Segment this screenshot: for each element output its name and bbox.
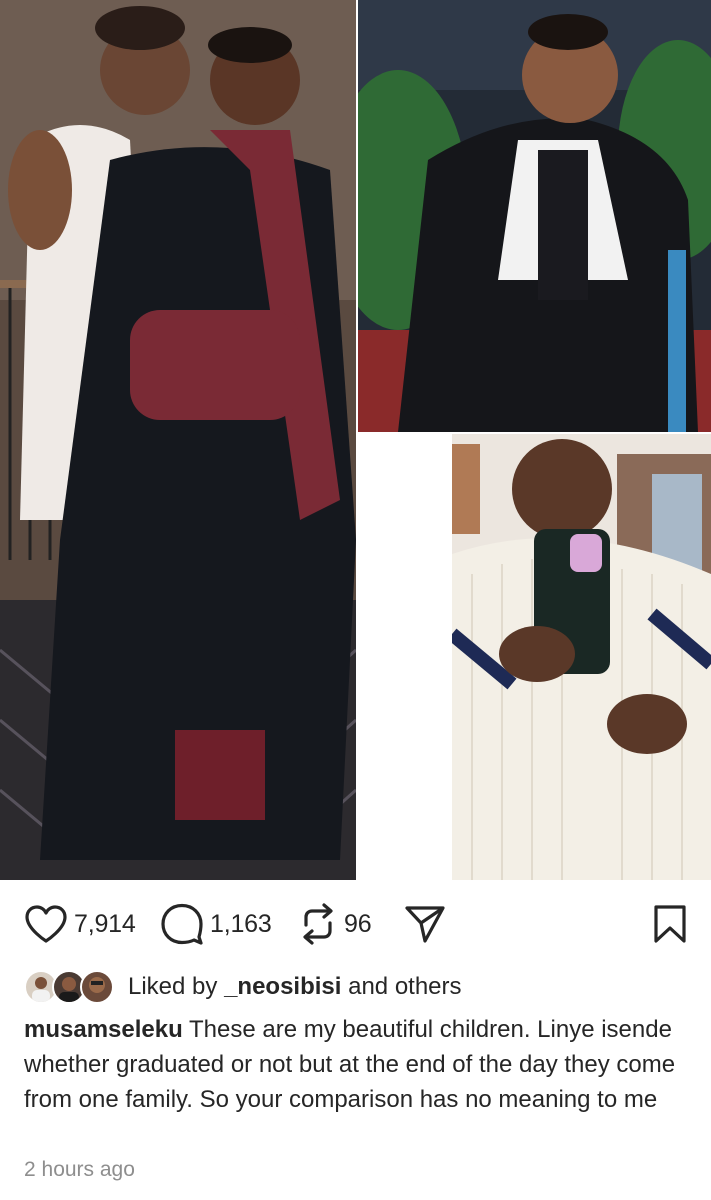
bookmark-icon <box>654 905 686 943</box>
liked-by-prefix: Liked by <box>128 973 218 1000</box>
post-action-bar: 7,914 1,163 96 <box>0 880 711 966</box>
liked-by-suffix[interactable]: and others <box>348 973 461 1000</box>
caption-username[interactable]: musamseleku <box>24 1016 183 1043</box>
liked-by-username[interactable]: _neosibisi <box>224 973 341 1000</box>
post-timestamp: 2 hours ago <box>24 1158 135 1181</box>
post-caption: musamseleku These are my beautiful child… <box>24 1012 696 1117</box>
save-button[interactable] <box>653 904 687 944</box>
heart-icon <box>25 905 67 943</box>
photo-collage[interactable] <box>0 0 711 880</box>
avatar <box>80 970 114 1004</box>
graduation-photo-image <box>0 0 356 880</box>
like-button[interactable]: 7,914 <box>24 904 136 944</box>
liker-avatars <box>24 967 116 1007</box>
comment-bubble-icon <box>161 903 203 945</box>
like-count: 7,914 <box>74 909 136 938</box>
comment-count: 1,163 <box>210 909 272 938</box>
gown-portrait-photo-image <box>358 0 711 432</box>
mirror-selfie-photo-image <box>452 434 711 880</box>
repost-count: 96 <box>344 909 372 938</box>
repost-button[interactable]: 96 <box>298 903 372 945</box>
gown-portrait-photo[interactable] <box>358 0 711 432</box>
liked-by-row[interactable]: Liked by _neosibisi and others <box>24 966 462 1008</box>
comment-button[interactable]: 1,163 <box>160 903 272 945</box>
send-icon <box>405 906 445 943</box>
mirror-selfie-photo[interactable] <box>452 434 711 880</box>
graduation-photo[interactable] <box>0 0 356 880</box>
repost-icon <box>303 903 333 945</box>
liked-by-text: Liked by _neosibisi and others <box>128 973 462 1001</box>
share-button[interactable] <box>404 904 446 944</box>
